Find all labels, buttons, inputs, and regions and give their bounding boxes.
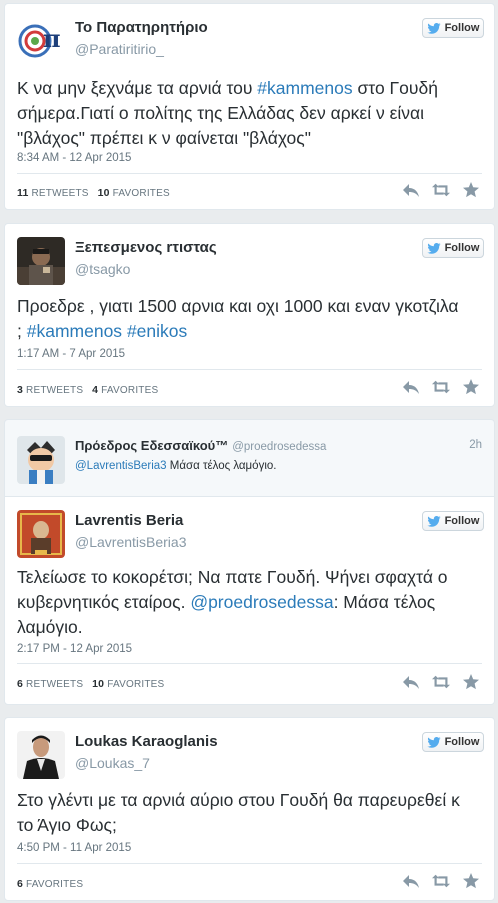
avatar[interactable] [17, 237, 65, 285]
divider [17, 369, 482, 370]
star-icon[interactable] [462, 379, 480, 395]
mention-link[interactable]: @LavrentisBeria3 [75, 460, 167, 472]
tweet-text: Στο γλέντι με τα αρνιά αύριο στου Γουδή … [17, 790, 460, 835]
avatar[interactable] [17, 731, 65, 779]
star-icon[interactable] [462, 674, 480, 690]
retweet-icon[interactable] [432, 674, 450, 690]
retweet-icon[interactable] [432, 182, 450, 198]
tweet-card: π Το Παρατηρητήριο @Paratiritirio_ Follo… [4, 3, 495, 210]
retweet-count[interactable]: 11 [17, 187, 29, 199]
tweet-stats: 6 RETWEETS 10 FAVORITES [17, 678, 165, 690]
follow-label: Follow [444, 515, 480, 527]
author-name[interactable]: Ξεπεσμενος rτιστας [75, 239, 217, 256]
author-handle[interactable]: @Loukas_7 [75, 755, 150, 771]
mention-link[interactable]: @proedrosedessa [190, 592, 333, 612]
reply-author-handle[interactable]: @proedrosedessa [232, 441, 326, 453]
timestamp[interactable]: 8:34 AM - 12 Apr 2015 [17, 152, 131, 164]
avatar[interactable] [17, 510, 65, 558]
tweet-actions [402, 182, 480, 198]
hashtag-link[interactable]: #kammenos [257, 78, 352, 98]
tweet-stats: 11 RETWEETS 10 FAVORITES [17, 187, 170, 199]
reply-text: @LavrentisBeria3 Μάσα τέλος λαμόγιο. [75, 460, 277, 472]
author-name[interactable]: Loukas Karaoglanis [75, 733, 218, 750]
retweet-count[interactable]: 6 [17, 678, 23, 690]
favorite-count[interactable]: 10 [92, 678, 104, 690]
reply-icon[interactable] [402, 379, 420, 395]
favorite-count[interactable]: 6 [17, 878, 23, 890]
follow-label: Follow [444, 242, 480, 254]
tweet-card: Ξεπεσμενος rτιστας @tsagko Follow Προεδρ… [4, 223, 495, 407]
timestamp[interactable]: 4:50 PM - 11 Apr 2015 [17, 842, 131, 854]
tweet-stats: 3 RETWEETS 4 FAVORITES [17, 384, 159, 396]
reply-icon[interactable] [402, 182, 420, 198]
follow-label: Follow [444, 22, 480, 34]
in-reply-to-tweet[interactable]: Πρόεδρος Εδεσσαϊκού™ @proedrosedessa 2h @… [4, 419, 495, 496]
tweet-stats: 6 FAVORITES [17, 878, 84, 890]
follow-button[interactable]: Follow [422, 238, 484, 258]
author-name[interactable]: Lavrentis Beria [75, 512, 183, 529]
reply-icon[interactable] [402, 674, 420, 690]
twitter-bird-icon [426, 515, 441, 527]
author-handle[interactable]: @Paratiritirio_ [75, 41, 164, 57]
author-name[interactable]: Το Παρατηρητήριο [75, 19, 208, 36]
divider [17, 863, 482, 864]
divider [17, 173, 482, 174]
author-handle[interactable]: @tsagko [75, 261, 130, 277]
star-icon[interactable] [462, 182, 480, 198]
svg-text:π: π [43, 24, 61, 53]
twitter-bird-icon [426, 22, 441, 34]
hashtag-link[interactable]: #enikos [127, 321, 187, 341]
retweet-icon[interactable] [432, 379, 450, 395]
favorite-count[interactable]: 4 [92, 384, 98, 396]
reply-time[interactable]: 2h [469, 439, 482, 451]
tweet-actions [402, 674, 480, 690]
timestamp[interactable]: 2:17 PM - 12 Apr 2015 [17, 643, 132, 655]
tweet-card: Loukas Karaoglanis @Loukas_7 Follow Στο … [4, 717, 495, 901]
follow-button[interactable]: Follow [422, 18, 484, 38]
divider [17, 663, 482, 664]
tweet-actions [402, 873, 480, 889]
favorite-count[interactable]: 10 [98, 187, 110, 199]
avatar[interactable] [17, 436, 65, 484]
twitter-bird-icon [426, 736, 441, 748]
twitter-bird-icon [426, 242, 441, 254]
hashtag-link[interactable]: #kammenos [27, 321, 122, 341]
avatar[interactable]: π [17, 17, 65, 65]
tweet-text: Προεδρε , γιατι 1500 αρνια και οχι 1000 … [17, 296, 459, 341]
follow-label: Follow [444, 736, 480, 748]
reply-author-name[interactable]: Πρόεδρος Εδεσσαϊκού™ @proedrosedessa [75, 438, 326, 453]
follow-button[interactable]: Follow [422, 511, 484, 531]
retweet-icon[interactable] [432, 873, 450, 889]
author-handle[interactable]: @LavrentisBeria3 [75, 534, 187, 550]
tweet-text: Τελείωσε το κοκορέτσι; Να πατε Γουδή. Ψή… [17, 567, 448, 637]
tweet-text: Κ να μην ξεχνάμε τα αρνιά του #kammenos … [17, 78, 438, 148]
retweet-count[interactable]: 3 [17, 384, 23, 396]
timestamp[interactable]: 1:17 AM - 7 Apr 2015 [17, 348, 125, 360]
star-icon[interactable] [462, 873, 480, 889]
reply-icon[interactable] [402, 873, 420, 889]
tweet-card: Lavrentis Beria @LavrentisBeria3 Follow … [4, 496, 495, 705]
tweet-actions [402, 379, 480, 395]
follow-button[interactable]: Follow [422, 732, 484, 752]
